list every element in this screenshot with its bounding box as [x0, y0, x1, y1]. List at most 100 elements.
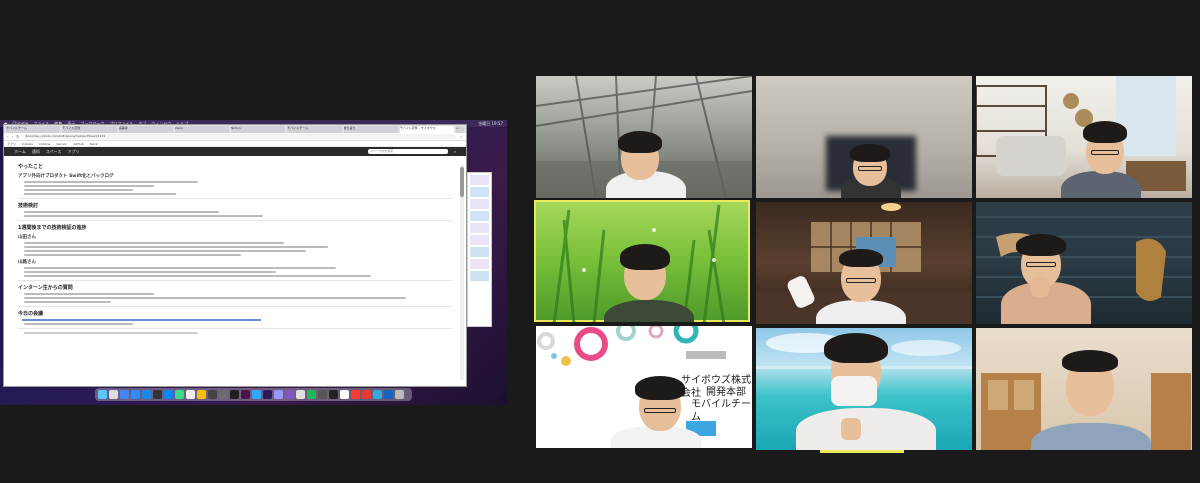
app-toolbar: ホーム 通知 スペース アプリ スペース内を検索 ⌕	[4, 147, 466, 156]
text-line	[24, 215, 263, 217]
app-icon[interactable]	[362, 390, 371, 399]
bookmark[interactable]: Garoon	[56, 142, 67, 146]
doc-subheading: アプリ外向けプロダクト Swift化とバックログ	[18, 174, 114, 179]
app-icon[interactable]	[109, 390, 118, 399]
browser-tab-active[interactable]: モバイル定例 - サイボウズ	[399, 126, 454, 133]
vscode-icon[interactable]	[142, 390, 151, 399]
text-line	[24, 193, 176, 195]
app-icon[interactable]	[274, 390, 283, 399]
text-line	[24, 271, 276, 273]
bookmark[interactable]: Slack	[90, 142, 98, 146]
video-tile[interactable]	[756, 202, 972, 324]
doc-heading: インターン生からの質問	[18, 285, 73, 291]
video-tile[interactable]	[976, 328, 1192, 450]
app-icon[interactable]	[340, 390, 349, 399]
app-icon[interactable]	[329, 390, 338, 399]
app-icon[interactable]	[208, 390, 217, 399]
divider	[18, 306, 452, 307]
toolbar-item[interactable]: 通知	[32, 149, 40, 155]
document-body: やったこと アプリ外向けプロダクト Swift化とバックログ 技術検討 1週間後…	[4, 156, 466, 378]
app-icon[interactable]	[318, 390, 327, 399]
new-tab-button[interactable]: +	[456, 126, 464, 133]
doc-heading: 技術検討	[18, 203, 39, 209]
divider	[18, 328, 452, 329]
back-icon[interactable]: ‹	[7, 134, 9, 139]
person-hair	[1062, 350, 1118, 372]
toolbar-item[interactable]: アプリ	[67, 149, 79, 155]
person-body	[816, 300, 906, 324]
app-icon[interactable]	[285, 390, 294, 399]
video-tile[interactable]	[756, 328, 972, 450]
speaker-indicator	[820, 450, 904, 453]
divider	[18, 220, 452, 221]
browser-tab[interactable]: モバイル定例	[62, 126, 117, 133]
address-bar[interactable]: bozuman.cybozu.com/k/#/space/mobile/thre…	[22, 134, 457, 139]
spotify-icon[interactable]	[307, 390, 316, 399]
reload-icon[interactable]: ↻	[16, 134, 19, 139]
video-tile[interactable]	[536, 76, 752, 198]
text-line	[24, 211, 220, 213]
strip-cell	[470, 247, 489, 257]
chrome-icon[interactable]	[120, 390, 129, 399]
text-line	[24, 323, 133, 325]
zoom-icon[interactable]	[131, 390, 140, 399]
bookmark[interactable]: アプリ	[7, 142, 16, 146]
browser-tab[interactable]: Inbox	[174, 126, 229, 133]
browser-tab[interactable]: 議事録	[118, 126, 173, 133]
android-studio-icon[interactable]	[175, 390, 184, 399]
text-line	[24, 181, 198, 183]
strip-cell	[470, 187, 489, 197]
shared-screen[interactable]: ● Chrome ファイル 編集 表示 ブックマーク プロファイル タブ ウィン…	[0, 120, 507, 405]
app-icon[interactable]	[373, 390, 382, 399]
app-icon[interactable]	[296, 390, 305, 399]
forward-icon[interactable]: ›	[12, 134, 14, 139]
app-icon[interactable]	[197, 390, 206, 399]
strip-cell	[470, 199, 489, 209]
app-icon[interactable]	[230, 390, 239, 399]
scrollbar[interactable]	[460, 165, 464, 380]
meeting-window: ● Chrome ファイル 編集 表示 ブックマーク プロファイル タブ ウィン…	[0, 0, 1200, 483]
comment-actions[interactable]	[24, 332, 198, 334]
browser-window[interactable]: モバイルチーム モバイル定例 議事録 Inbox Notion モバイルチーム …	[3, 124, 467, 387]
toolbar-item[interactable]: ホーム	[14, 149, 26, 155]
slack-icon[interactable]	[241, 390, 250, 399]
glasses	[858, 166, 882, 171]
text-line	[24, 275, 372, 277]
divider	[18, 280, 452, 281]
toolbar-item[interactable]: スペース	[46, 149, 62, 155]
browser-tab[interactable]: Notion	[231, 126, 286, 133]
finder-icon[interactable]	[98, 390, 107, 399]
doc-link[interactable]	[22, 319, 261, 321]
video-tile[interactable]	[756, 76, 972, 198]
browser-tab[interactable]: 振り返り	[343, 126, 398, 133]
doc-subheading: 山田さん	[18, 235, 36, 240]
video-tile[interactable]	[976, 202, 1192, 324]
photoshop-icon[interactable]	[252, 390, 261, 399]
browser-tab[interactable]: モバイルチーム	[6, 126, 61, 133]
text-line	[24, 297, 406, 299]
trash-icon[interactable]	[395, 390, 404, 399]
app-icon[interactable]	[384, 390, 393, 399]
text-line	[24, 246, 328, 248]
xcode-icon[interactable]	[164, 390, 173, 399]
browser-tab[interactable]: モバイルチーム	[287, 126, 342, 133]
star-icon[interactable]: ☆	[459, 134, 463, 139]
bookmark[interactable]: Cybozu	[22, 142, 33, 146]
video-tile[interactable]: サイボウズ株式会社 開発本部 モバイルチーム	[536, 326, 752, 448]
search-icon[interactable]: ⌕	[454, 149, 456, 154]
app-icon[interactable]	[351, 390, 360, 399]
app-icon[interactable]	[219, 390, 228, 399]
text-line	[24, 250, 307, 252]
terminal-icon[interactable]	[153, 390, 162, 399]
strip-cell	[470, 175, 489, 185]
premiere-icon[interactable]	[263, 390, 272, 399]
person-hair	[839, 249, 883, 267]
search-input[interactable]: スペース内を検索	[367, 149, 448, 154]
glasses	[846, 278, 876, 283]
video-tile[interactable]	[976, 76, 1192, 198]
bookmark[interactable]: GitHub	[73, 142, 83, 146]
notes-icon[interactable]	[186, 390, 195, 399]
video-tile-active-speaker[interactable]	[534, 200, 750, 322]
bookmark[interactable]: kintone	[39, 142, 50, 146]
strip-cell	[470, 223, 489, 233]
